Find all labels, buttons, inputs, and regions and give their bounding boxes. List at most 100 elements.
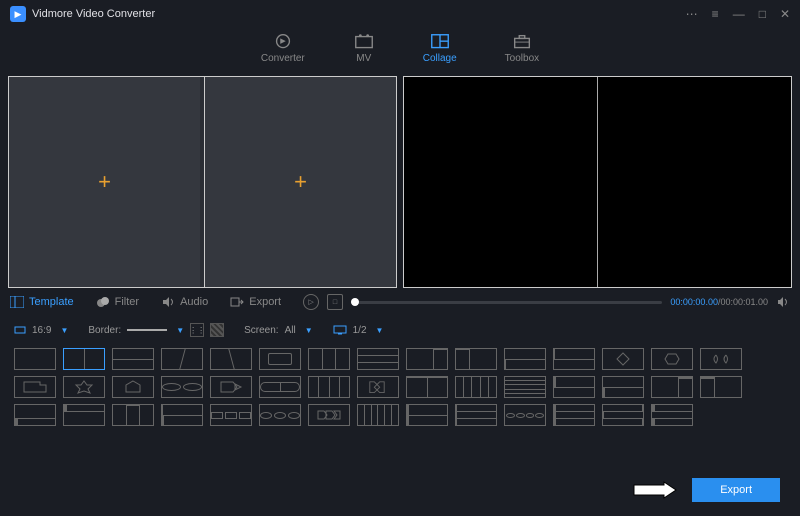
- screen-select[interactable]: Screen: All ▼: [244, 325, 313, 336]
- template-item[interactable]: [63, 348, 105, 370]
- template-item[interactable]: [161, 348, 203, 370]
- close-icon[interactable]: ✕: [780, 7, 790, 21]
- export-icon: [230, 296, 244, 308]
- ratio-select[interactable]: 16:9 ▼: [14, 324, 68, 336]
- midtab-export[interactable]: Export: [230, 296, 281, 308]
- time-duration: /00:00:01.00: [718, 297, 768, 307]
- audio-icon: [161, 296, 175, 308]
- menu-icon[interactable]: ≡: [712, 7, 719, 21]
- border-color-picker[interactable]: ⋮⋮: [190, 323, 204, 337]
- feedback-icon[interactable]: ⋯: [686, 7, 698, 21]
- app-logo: ▶: [10, 6, 26, 22]
- tab-toolbox[interactable]: Toolbox: [505, 32, 539, 64]
- main-tabs: Converter MV Collage Toolbox: [0, 28, 800, 76]
- template-item[interactable]: [455, 348, 497, 370]
- template-item[interactable]: [308, 348, 350, 370]
- filter-icon: [96, 296, 110, 308]
- chevron-down-icon: ▼: [60, 326, 68, 335]
- app-title: Vidmore Video Converter: [32, 8, 686, 20]
- midtab-filter[interactable]: Filter: [96, 296, 139, 308]
- border-style-select[interactable]: [127, 329, 167, 331]
- template-item[interactable]: [259, 404, 301, 426]
- template-item[interactable]: [308, 404, 350, 426]
- stop-button[interactable]: □: [327, 294, 343, 310]
- template-item[interactable]: [553, 376, 595, 398]
- template-item[interactable]: [406, 376, 448, 398]
- template-grid: [0, 344, 800, 430]
- window-controls: ⋯ ≡ — □ ✕: [686, 7, 790, 21]
- collage-slot-1[interactable]: +: [9, 77, 200, 287]
- tab-collage-label: Collage: [423, 53, 457, 64]
- ratio-value: 16:9: [32, 325, 51, 336]
- tab-converter-label: Converter: [261, 53, 305, 64]
- template-item[interactable]: [161, 404, 203, 426]
- template-item[interactable]: [602, 404, 644, 426]
- template-item[interactable]: [553, 348, 595, 370]
- template-item[interactable]: [406, 404, 448, 426]
- template-item[interactable]: [602, 348, 644, 370]
- template-item[interactable]: [504, 348, 546, 370]
- tab-collage[interactable]: Collage: [423, 32, 457, 64]
- template-item[interactable]: [357, 348, 399, 370]
- chevron-down-icon: ▼: [305, 326, 313, 335]
- template-item[interactable]: [14, 348, 56, 370]
- template-item[interactable]: [210, 376, 252, 398]
- tab-converter[interactable]: Converter: [261, 32, 305, 64]
- chevron-down-icon: ▼: [176, 326, 184, 335]
- arrow-hint-icon: [632, 481, 678, 499]
- display-icon: [333, 325, 347, 335]
- border-control: Border: ▼ ⋮⋮: [88, 323, 224, 337]
- template-item[interactable]: [308, 376, 350, 398]
- template-item[interactable]: [455, 404, 497, 426]
- midtab-template[interactable]: Template: [10, 296, 74, 308]
- preview-area: [403, 76, 792, 288]
- midtab-filter-label: Filter: [115, 296, 139, 308]
- screen-value: All: [285, 325, 296, 336]
- template-item[interactable]: [112, 348, 154, 370]
- tab-mv[interactable]: MV: [353, 32, 375, 64]
- template-item[interactable]: [14, 404, 56, 426]
- template-item[interactable]: [553, 404, 595, 426]
- page-select[interactable]: 1/2▼: [333, 325, 384, 336]
- template-item[interactable]: [112, 404, 154, 426]
- template-item[interactable]: [602, 376, 644, 398]
- template-item[interactable]: [504, 404, 546, 426]
- template-item[interactable]: [651, 348, 693, 370]
- template-item[interactable]: [357, 404, 399, 426]
- border-label: Border:: [88, 325, 121, 336]
- minimize-icon[interactable]: —: [733, 7, 745, 21]
- template-item[interactable]: [700, 348, 742, 370]
- template-item[interactable]: [112, 376, 154, 398]
- template-item[interactable]: [161, 376, 203, 398]
- template-item[interactable]: [63, 404, 105, 426]
- template-item[interactable]: [651, 404, 693, 426]
- template-item[interactable]: [504, 376, 546, 398]
- template-item[interactable]: [406, 348, 448, 370]
- ratio-icon: [14, 324, 26, 336]
- midtab-export-label: Export: [249, 296, 281, 308]
- export-button[interactable]: Export: [692, 478, 780, 502]
- screen-label: Screen:: [244, 325, 278, 336]
- template-item[interactable]: [259, 376, 301, 398]
- midtab-template-label: Template: [29, 296, 74, 308]
- template-item[interactable]: [700, 376, 742, 398]
- volume-icon[interactable]: [776, 296, 790, 308]
- template-item[interactable]: [651, 376, 693, 398]
- play-button[interactable]: ▷: [303, 294, 319, 310]
- template-item[interactable]: [259, 348, 301, 370]
- border-pattern-picker[interactable]: [210, 323, 224, 337]
- tab-toolbox-label: Toolbox: [505, 53, 539, 64]
- collage-slot-2[interactable]: +: [204, 77, 396, 287]
- preview-slot-1: [404, 77, 597, 287]
- options-bar: 16:9 ▼ Border: ▼ ⋮⋮ Screen: All ▼ 1/2▼: [0, 316, 800, 344]
- maximize-icon[interactable]: □: [759, 7, 766, 21]
- seek-track[interactable]: [351, 301, 662, 304]
- template-item[interactable]: [210, 348, 252, 370]
- seek-thumb[interactable]: [351, 298, 359, 306]
- template-item[interactable]: [14, 376, 56, 398]
- template-item[interactable]: [210, 404, 252, 426]
- template-item[interactable]: [357, 376, 399, 398]
- template-item[interactable]: [455, 376, 497, 398]
- template-item[interactable]: [63, 376, 105, 398]
- midtab-audio[interactable]: Audio: [161, 296, 208, 308]
